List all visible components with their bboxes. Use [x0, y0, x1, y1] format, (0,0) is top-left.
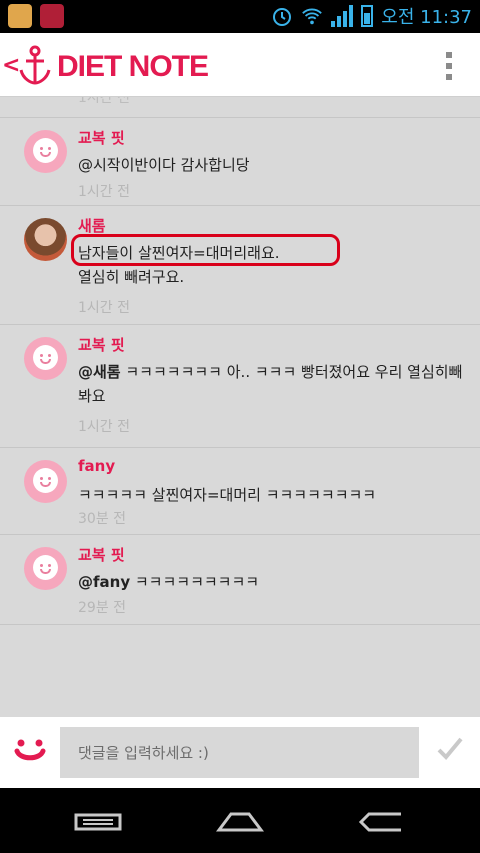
comment-time: 1시간 전 — [78, 419, 130, 435]
comment-item: 교복 핏 @새롬 ㅋㅋㅋㅋㅋㅋㅋ 아.. ㅋㅋㅋ 빵터졌어요 우리 열심히빼봐요… — [0, 325, 480, 448]
red-highlight-box — [71, 234, 340, 266]
comment-item: 교복 핏 @시작이반이다 감사합니당 1시간 전 — [0, 118, 480, 206]
checkmark-send-icon[interactable] — [436, 735, 464, 763]
comment-author[interactable]: 새롬 — [78, 215, 106, 236]
alarm-icon — [273, 8, 292, 26]
comment-time: 1시간 전 — [78, 97, 130, 106]
comment-author[interactable]: 교복 핏 — [78, 334, 125, 355]
comment-item: 교복 핏 @fany ㅋㅋㅋㅋㅋㅋㅋㅋㅋ 29분 전 — [0, 535, 480, 625]
back-nav-icon[interactable] — [355, 810, 409, 834]
comment-time: 30분 전 — [78, 511, 127, 527]
signal-icon — [331, 5, 354, 27]
comment-text: @시작이반이다 감사합니당 — [78, 156, 250, 174]
avatar[interactable] — [24, 337, 67, 380]
mention-link[interactable]: @새롬 — [78, 363, 121, 381]
app-title: DIET NOTE — [57, 50, 209, 83]
comment-input[interactable] — [60, 727, 419, 778]
comment-text: @새롬 ㅋㅋㅋㅋㅋㅋㅋ 아.. ㅋㅋㅋ 빵터졌어요 우리 열심히빼봐요 — [78, 363, 463, 405]
status-time: 오전 11:37 — [381, 7, 472, 28]
mention-link[interactable]: @fany — [78, 573, 130, 591]
smiley-icon[interactable] — [14, 739, 46, 765]
comment-item: fany ㅋㅋㅋㅋㅋ 살찐여자=대머리 ㅋㅋㅋㅋㅋㅋㅋㅋ 30분 전 — [0, 448, 480, 535]
avatar[interactable] — [24, 547, 67, 590]
comment-time: 1시간 전 — [78, 300, 130, 316]
status-bar: 오전 11:37 — [0, 0, 480, 33]
comment-text: @fany ㅋㅋㅋㅋㅋㅋㅋㅋㅋ — [78, 573, 260, 591]
comment-author[interactable]: 교복 핏 — [78, 127, 125, 148]
notification-app-icon — [40, 4, 64, 28]
avatar[interactable] — [24, 130, 67, 173]
home-icon[interactable] — [213, 810, 267, 834]
comment-input-bar — [0, 717, 480, 788]
wifi-icon — [302, 8, 323, 25]
comment-item: 새롬 남자들이 살찐여자=대머리래요. 열심히 빼려구요. 1시간 전 — [0, 206, 480, 325]
app-header: < DIET NOTE — [0, 33, 480, 97]
comment-author[interactable]: 교복 핏 — [78, 544, 125, 565]
comment-time: 1시간 전 — [78, 184, 130, 200]
battery-icon — [361, 5, 374, 27]
notification-app-icon — [8, 4, 32, 28]
comment-text: ㅋㅋㅋㅋㅋ 살찐여자=대머리 ㅋㅋㅋㅋㅋㅋㅋㅋ — [78, 486, 377, 504]
avatar[interactable] — [24, 218, 67, 261]
anchor-logo-icon — [19, 45, 51, 85]
recent-apps-icon[interactable] — [71, 810, 125, 834]
overflow-menu-icon[interactable] — [446, 52, 454, 80]
comment-time: 29분 전 — [78, 600, 127, 616]
system-navigation-bar — [0, 788, 480, 853]
comment-list[interactable]: 1시간 전 교복 핏 @시작이반이다 감사합니당 1시간 전 새롬 남자들이 살… — [0, 97, 480, 717]
avatar[interactable] — [24, 460, 67, 503]
comment-author[interactable]: fany — [78, 457, 115, 475]
